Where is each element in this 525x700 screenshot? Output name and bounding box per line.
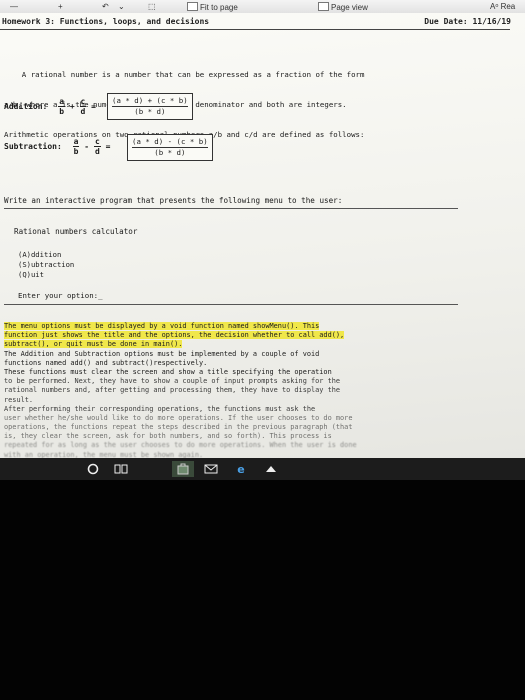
fraction-c-d: c d xyxy=(93,137,101,156)
windows-taskbar: e xyxy=(0,458,525,480)
task-view-icon[interactable] xyxy=(112,461,130,477)
spec-line: These functions must clear the screen an… xyxy=(4,367,332,376)
menu-top-divider xyxy=(4,208,458,209)
collapse-arrow-icon[interactable] xyxy=(262,461,280,477)
edge-icon[interactable]: e xyxy=(231,461,251,477)
minus-icon[interactable]: — xyxy=(10,2,18,11)
homework-title: Homework 3: Functions, loops, and decisi… xyxy=(2,17,210,26)
fraction-c-d: c d xyxy=(79,97,87,116)
read-aloud-button[interactable]: Aᵒ Rea xyxy=(490,2,515,11)
spec-line: operations, the functions repeat the ste… xyxy=(4,423,353,432)
menu-options-list: (A)ddition (S)ubtraction (Q)uit xyxy=(18,250,74,280)
spec-line: result. xyxy=(4,395,34,404)
header-divider xyxy=(0,29,510,30)
insert-icon[interactable]: ⬚ xyxy=(148,2,156,11)
subtraction-result-box: (a * d) - (c * b) (b * d) xyxy=(127,134,213,161)
word-ribbon: — + ↶ ⌄ ⬚ Fit to page Page view Aᵒ Rea xyxy=(0,0,525,13)
spec-line: to be performed. Next, they have to show… xyxy=(4,377,341,386)
subtraction-formula: Subtraction: a b - c d = xyxy=(4,137,111,156)
read-aloud-icon: Aᵒ xyxy=(490,2,501,11)
highlighted-text: subtract(), or quit must be done in main… xyxy=(4,340,183,349)
instruction-sentence: Write an interactive program that presen… xyxy=(4,196,343,205)
due-date: Due Date: 11/16/19 xyxy=(424,17,511,26)
page-view-button[interactable]: Page view xyxy=(318,2,368,12)
fraction-a-b: a b xyxy=(58,97,66,116)
spec-line: After performing their corresponding ope… xyxy=(4,404,316,413)
plus-icon[interactable]: + xyxy=(58,2,63,11)
menu-title: Rational numbers calculator xyxy=(14,227,138,236)
subtraction-label: Subtraction: xyxy=(4,142,62,151)
mail-icon[interactable] xyxy=(202,461,220,477)
spec-line: functions named add() and subtract()resp… xyxy=(4,358,208,367)
document-page: Homework 3: Functions, loops, and decisi… xyxy=(0,13,525,463)
highlighted-text: function just shows the title and the op… xyxy=(4,331,345,340)
spec-line: is, they clear the screen, ask for both … xyxy=(4,432,332,441)
fraction-a-b: a b xyxy=(72,137,80,156)
fit-to-page-button[interactable]: Fit to page xyxy=(187,2,238,12)
spec-line: user whether he/she would like to do mor… xyxy=(4,413,353,422)
addition-result-box: (a * d) + (c * b) (b * d) xyxy=(107,93,193,120)
enter-option-prompt: Enter your option:_ xyxy=(18,291,103,300)
addition-formula: Addition: a b + c d = xyxy=(4,97,96,116)
addition-label: Addition: xyxy=(4,102,48,111)
page-view-icon xyxy=(318,2,329,11)
menu-option-subtraction: (S)ubtraction xyxy=(18,260,75,269)
menu-option-addition: (A)ddition xyxy=(18,250,62,259)
specification-paragraphs: The menu options must be displayed by a … xyxy=(4,322,460,460)
cortana-icon[interactable] xyxy=(84,461,102,477)
spec-line: rational numbers and, after getting and … xyxy=(4,386,341,395)
laptop-bezel xyxy=(0,480,525,700)
undo-icon[interactable]: ↶ xyxy=(102,2,109,11)
intro-line: A rational number is a number that can b… xyxy=(4,70,365,79)
fit-to-page-icon xyxy=(187,2,198,11)
document-header: Homework 3: Functions, loops, and decisi… xyxy=(2,17,511,27)
spec-line: The Addition and Subtraction options mus… xyxy=(4,349,320,358)
menu-bottom-divider xyxy=(4,304,458,305)
menu-option-quit: (Q)uit xyxy=(18,270,44,279)
dropdown-icon[interactable]: ⌄ xyxy=(118,2,125,11)
store-icon[interactable] xyxy=(172,461,194,477)
spec-line: repeated for as long as the user chooses… xyxy=(4,441,357,450)
highlighted-text: The menu options must be displayed by a … xyxy=(4,322,320,330)
